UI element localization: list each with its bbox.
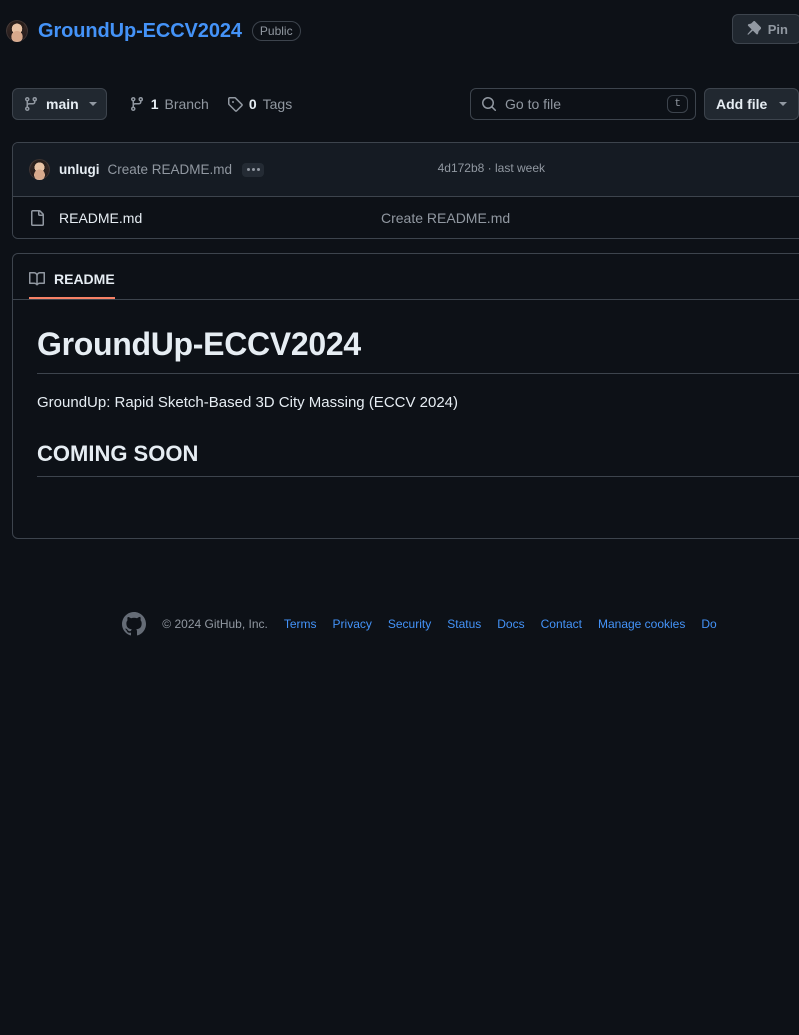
visibility-badge: Public <box>251 21 301 41</box>
footer-copyright: © 2024 GitHub, Inc. <box>162 617 268 631</box>
go-to-file-search[interactable]: Go to file t <box>470 88 696 120</box>
page-title[interactable]: GroundUp-ECCV2024 <box>38 20 242 43</box>
table-row[interactable]: README.md Create README.md <box>13 197 799 238</box>
chevron-down-icon <box>88 102 97 106</box>
footer-link-terms[interactable]: Terms <box>284 617 317 631</box>
dot-icon <box>256 168 260 171</box>
commit-details-button[interactable] <box>242 162 265 177</box>
file-icon <box>29 209 45 226</box>
readme-tab-bar: README <box>13 254 799 300</box>
owner-avatar[interactable] <box>6 20 28 42</box>
chevron-down-icon <box>779 102 788 106</box>
pin-label: Pin <box>767 21 788 37</box>
tag-count-label: Tags <box>262 96 293 112</box>
repo-header: GroundUp-ECCV2024 Public Pin <box>0 0 799 62</box>
page-footer: © 2024 GitHub, Inc. Terms Privacy Securi… <box>0 612 799 636</box>
tag-count-value: 0 <box>248 96 257 112</box>
branch-selector[interactable]: main <box>12 88 107 120</box>
pin-button[interactable]: Pin <box>731 14 799 44</box>
footer-link-status[interactable]: Status <box>447 617 481 631</box>
footer-inner: © 2024 GitHub, Inc. Terms Privacy Securi… <box>122 612 717 636</box>
branch-count-value: 1 <box>150 96 159 112</box>
tag-icon <box>227 96 243 112</box>
branch-name: main <box>46 96 79 112</box>
footer-link-do-not-share[interactable]: Do <box>701 617 716 631</box>
footer-link-manage-cookies[interactable]: Manage cookies <box>598 617 685 631</box>
repo-toolbar: main 1 Branch 0 Tags Go to file t Add fi… <box>12 84 799 124</box>
dot-icon <box>251 168 255 171</box>
toolbar-actions: Go to file t Add file <box>470 88 799 120</box>
search-input[interactable]: Go to file <box>505 96 667 112</box>
file-list-panel: unlugi Create README.md 4d172b8 · last w… <box>12 142 799 239</box>
branch-count[interactable]: 1 Branch <box>129 96 209 112</box>
repository-page: GroundUp-ECCV2024 Public Pin main 1 Bran… <box>0 0 799 1035</box>
add-file-label: Add file <box>716 96 768 112</box>
github-mark-icon[interactable] <box>122 612 147 636</box>
file-commit-message[interactable]: Create README.md <box>381 210 510 226</box>
commit-author[interactable]: unlugi <box>59 162 100 177</box>
readme-paragraph: GroundUp: Rapid Sketch-Based 3D City Mas… <box>37 394 459 411</box>
footer-link-privacy[interactable]: Privacy <box>333 617 372 631</box>
readme-heading: GroundUp-ECCV2024 <box>37 326 799 374</box>
file-name-link[interactable]: README.md <box>59 210 381 226</box>
tab-readme[interactable]: README <box>29 271 115 299</box>
readme-subheading: COMING SOON <box>37 441 799 477</box>
dot-icon <box>246 168 250 171</box>
branch-count-label: Branch <box>164 96 209 112</box>
latest-commit-row: unlugi Create README.md 4d172b8 · last w… <box>13 143 799 197</box>
search-icon <box>481 96 497 112</box>
commit-hash-and-time[interactable]: 4d172b8 · last week <box>438 161 545 175</box>
readme-content: GroundUp-ECCV2024 GroundUp: Rapid Sketch… <box>13 300 799 477</box>
pin-icon <box>745 21 761 37</box>
readme-panel: README GroundUp-ECCV2024 GroundUp: Rapid… <box>12 253 799 539</box>
commit-message[interactable]: Create README.md <box>108 162 233 177</box>
avatar[interactable] <box>29 159 50 180</box>
footer-link-security[interactable]: Security <box>388 617 431 631</box>
branch-icon <box>23 96 39 112</box>
add-file-button[interactable]: Add file <box>704 88 799 120</box>
tab-readme-label: README <box>54 271 115 287</box>
branch-icon <box>129 96 145 112</box>
commit-meta-container: 4d172b8 · last week <box>264 161 799 179</box>
book-icon <box>29 271 45 287</box>
tag-count[interactable]: 0 Tags <box>227 96 292 112</box>
footer-link-contact[interactable]: Contact <box>541 617 582 631</box>
footer-link-docs[interactable]: Docs <box>497 617 524 631</box>
search-shortcut-badge: t <box>667 95 688 113</box>
